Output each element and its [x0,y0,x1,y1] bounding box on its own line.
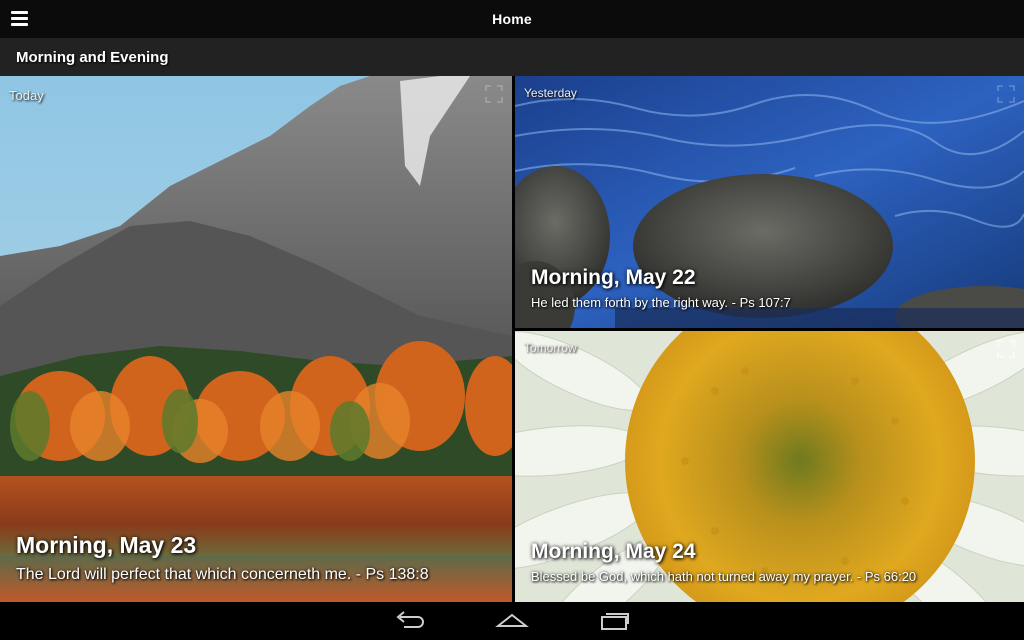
expand-icon[interactable] [996,339,1016,359]
river-rocks-image [515,76,1024,328]
tile-tomorrow-label: Tomorrow [524,341,577,355]
tile-today-heading: Morning, May 23 [16,532,197,558]
system-nav-bar [0,602,1024,640]
tile-tomorrow-heading: Morning, May 24 [531,540,696,563]
tile-yesterday-heading: Morning, May 22 [531,266,696,289]
section-header: Morning and Evening [0,38,1024,76]
mountain-autumn-image [0,76,512,602]
expand-icon[interactable] [996,84,1016,104]
action-bar: Home [0,0,1024,38]
tile-yesterday-verse: He led them forth by the right way. - Ps… [531,295,791,310]
tile-tomorrow-verse: Blessed be God, which hath not turned aw… [531,569,917,584]
tile-today-verse: The Lord will perfect that which concern… [16,566,429,583]
expand-icon[interactable] [484,84,504,104]
tile-yesterday[interactable]: Yesterday Morning, May 22 He led them fo… [515,76,1024,328]
app-title: Home [492,11,532,27]
back-icon[interactable] [392,610,428,632]
tile-yesterday-label: Yesterday [524,86,577,100]
recent-apps-icon[interactable] [596,610,632,632]
home-icon[interactable] [494,610,530,632]
tile-today[interactable]: Today Morning, May 23 The Lord will perf… [0,76,512,602]
tile-tomorrow[interactable]: Tomorrow Morning, May 24 Blessed be God,… [515,331,1024,602]
section-title: Morning and Evening [16,49,169,66]
tile-today-label: Today [9,88,44,103]
